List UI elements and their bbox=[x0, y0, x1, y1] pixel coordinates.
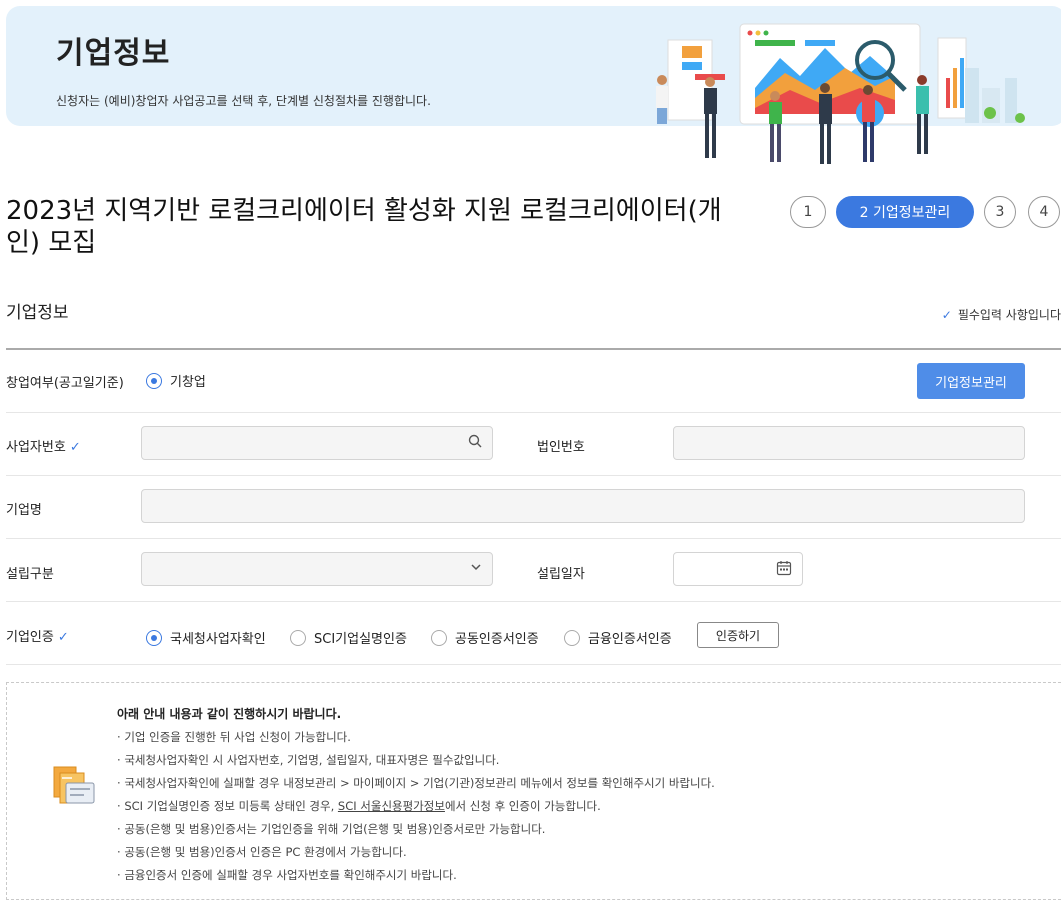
form-top-divider bbox=[6, 348, 1061, 350]
section-title: 기업정보 bbox=[6, 303, 69, 323]
guide-title: 아래 안내 내용과 같이 진행하시기 바랍니다. bbox=[117, 707, 342, 721]
calendar-icon[interactable] bbox=[776, 560, 792, 580]
radio-label: 공동인증서인증 bbox=[455, 632, 539, 647]
row-divider bbox=[6, 664, 1061, 665]
radio-label: 금융인증서인증 bbox=[588, 632, 672, 647]
check-icon: ✓ bbox=[57, 630, 69, 645]
startup-status-label: 창업여부(공고일기준) bbox=[6, 376, 124, 391]
guide-item-suffix: 에서 신청 후 인증이 가능합니다. bbox=[444, 799, 601, 813]
founding-type-select[interactable] bbox=[141, 552, 493, 586]
radio-sci-real-name[interactable]: SCI기업실명인증 bbox=[290, 628, 407, 647]
certification-label: 기업인증 ✓ bbox=[6, 626, 69, 645]
row-divider bbox=[6, 601, 1061, 602]
banner-title: 기업정보 bbox=[56, 36, 171, 71]
founding-date-label: 설립일자 bbox=[537, 567, 585, 582]
guide-item: 기업 인증을 진행한 뒤 사업 신청이 가능합니다. bbox=[117, 728, 715, 751]
guide-item: SCI 기업실명인증 정보 미등록 상태인 경우, SCI 서울신용평가정보에서… bbox=[117, 797, 715, 820]
certify-button[interactable]: 인증하기 bbox=[697, 622, 779, 648]
radio-dot bbox=[290, 629, 306, 646]
step-1[interactable]: 1 bbox=[790, 196, 826, 228]
step-4[interactable]: 4 bbox=[1028, 196, 1060, 228]
radio-label: 국세청사업자확인 bbox=[170, 632, 266, 647]
check-icon: ✓ bbox=[69, 440, 81, 455]
business-number-label-text: 사업자번호 bbox=[6, 440, 66, 455]
chevron-down-icon bbox=[470, 560, 482, 578]
corp-number-input[interactable] bbox=[673, 426, 1025, 460]
step-2-active[interactable]: 2 기업정보관리 bbox=[836, 196, 974, 228]
banner-description: 신청자는 (예비)창업자 사업공고를 선택 후, 단계별 신청절차를 진행합니다… bbox=[56, 94, 431, 108]
company-name-label: 기업명 bbox=[6, 503, 42, 518]
business-number-label: 사업자번호 ✓ bbox=[6, 436, 81, 455]
guide-item: 국세청사업자확인 시 사업자번호, 기업명, 설립일자, 대표자명은 필수값입니… bbox=[117, 751, 715, 774]
search-icon[interactable] bbox=[468, 434, 482, 452]
company-info-manage-button[interactable]: 기업정보관리 bbox=[917, 363, 1025, 399]
business-number-input[interactable] bbox=[141, 426, 493, 460]
required-note: ✓ 필수입력 사항입니다 bbox=[942, 306, 1061, 323]
radio-dot bbox=[564, 629, 580, 646]
guide-item: 금융인증서 인증에 실패할 경우 사업자번호를 확인해주시기 바랍니다. bbox=[117, 866, 715, 889]
radio-label: 기창업 bbox=[170, 375, 206, 390]
document-card-icon bbox=[53, 766, 95, 804]
corp-number-label: 법인번호 bbox=[537, 440, 585, 455]
radio-financial-certificate[interactable]: 금융인증서인증 bbox=[564, 628, 672, 647]
row-divider bbox=[6, 538, 1061, 539]
radio-nts-business-check[interactable]: 국세청사업자확인 bbox=[146, 628, 266, 647]
row-divider bbox=[6, 475, 1061, 476]
guide-item: 국세청사업자확인에 실패할 경우 내정보관리 > 마이페이지 > 기업(기관)정… bbox=[117, 774, 715, 797]
guide-item-text: SCI 기업실명인증 정보 미등록 상태인 경우, bbox=[124, 799, 338, 813]
radio-existing-startup[interactable]: 기창업 bbox=[146, 371, 206, 390]
radio-label: SCI기업실명인증 bbox=[314, 632, 407, 647]
sci-link[interactable]: SCI 서울신용평가정보 bbox=[338, 799, 445, 813]
guide-list: 기업 인증을 진행한 뒤 사업 신청이 가능합니다. 국세청사업자확인 시 사업… bbox=[117, 728, 715, 889]
radio-dot bbox=[146, 372, 162, 389]
founding-type-label: 설립구분 bbox=[6, 567, 54, 582]
certification-label-text: 기업인증 bbox=[6, 630, 54, 645]
radio-dot bbox=[431, 629, 447, 646]
guide-item: 공동(은행 및 범용)인증서 인증은 PC 환경에서 가능합니다. bbox=[117, 843, 715, 866]
radio-joint-certificate[interactable]: 공동인증서인증 bbox=[431, 628, 539, 647]
required-note-text: 필수입력 사항입니다 bbox=[957, 308, 1061, 322]
check-icon: ✓ bbox=[941, 308, 952, 322]
founding-date-input[interactable] bbox=[673, 552, 803, 586]
guide-item: 공동(은행 및 범용)인증서는 기업인증을 위해 기업(은행 및 범용)인증서로… bbox=[117, 820, 715, 843]
page-title: 2023년 지역기반 로컬크리에이터 활성화 지원 로컬크리에이터(개인) 모집 bbox=[6, 196, 722, 258]
row-divider bbox=[6, 412, 1061, 413]
step-3[interactable]: 3 bbox=[984, 196, 1016, 228]
company-name-input[interactable] bbox=[141, 489, 1025, 523]
business-analytics-illustration bbox=[656, 23, 1025, 164]
radio-dot bbox=[146, 629, 162, 646]
